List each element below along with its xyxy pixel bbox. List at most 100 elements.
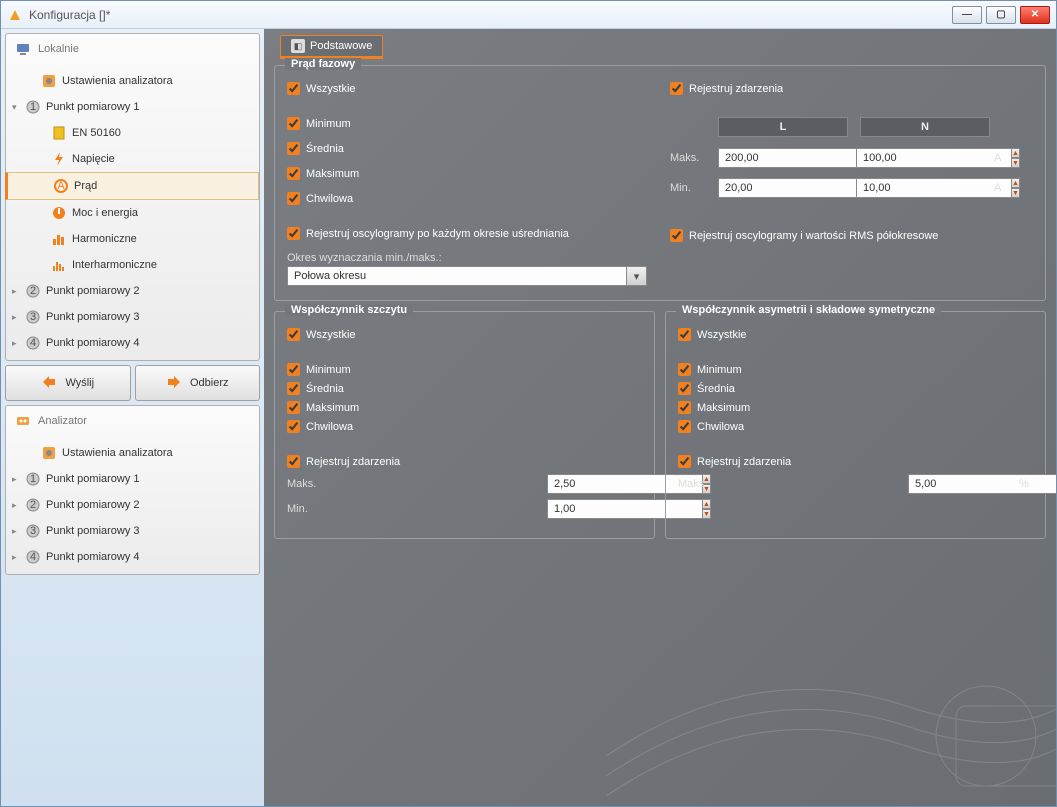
bars2-icon [50, 256, 68, 274]
chk-max[interactable]: Maksimum [287, 401, 642, 414]
tree-item-current[interactable]: APrąd [5, 172, 259, 200]
svg-text:1: 1 [30, 101, 36, 113]
settings-icon [40, 444, 58, 462]
chk-inst[interactable]: Chwilowa [678, 420, 1033, 433]
maximize-button[interactable]: ▢ [986, 6, 1016, 24]
tree-item-point4[interactable]: ▸4Punkt pomiarowy 4 [6, 330, 259, 356]
spin-down-icon[interactable]: ▼ [1012, 158, 1020, 168]
tree-item-en50160[interactable]: EN 50160 [6, 120, 259, 146]
power-icon [50, 204, 68, 222]
tree-item-power[interactable]: Moc i energia [6, 200, 259, 226]
spin-up-icon[interactable]: ▲ [1012, 178, 1020, 188]
chk-inst[interactable]: Chwilowa [287, 192, 650, 205]
chk-reg-osc[interactable]: Rejestruj oscylogramy po każdym okresie … [287, 227, 650, 240]
tree-item-voltage[interactable]: Napięcie [6, 146, 259, 172]
tree-item-point1[interactable]: ▾1Punkt pomiarowy 1 [6, 94, 259, 120]
chk-avg[interactable]: Średnia [287, 142, 650, 155]
tree-item-harmonics[interactable]: Harmoniczne [6, 226, 259, 252]
spin-up-icon[interactable]: ▲ [1012, 148, 1020, 158]
svg-text:A: A [57, 180, 65, 192]
close-button[interactable]: ✕ [1020, 6, 1050, 24]
crest-min-spinner[interactable]: ▲▼ [547, 499, 642, 519]
minimize-button[interactable]: — [952, 6, 982, 24]
analyzer-header: Analizator [6, 406, 259, 436]
receive-button[interactable]: Odbierz [135, 365, 261, 401]
n-min-spinner[interactable]: ▲▼ [856, 178, 986, 198]
chk-avg[interactable]: Średnia [678, 382, 1033, 395]
tree-item-an-settings[interactable]: Ustawienia analizatora [6, 440, 259, 466]
group-crest-factor: Współczynnik szczytu Wszystkie Minimum Ś… [274, 311, 655, 539]
send-icon [41, 374, 59, 392]
maks-label: Maks. [678, 478, 718, 490]
content-area: ◧Podstawowe Prąd fazowy Wszystkie Minimu… [264, 29, 1056, 806]
svg-text:4: 4 [30, 337, 36, 349]
tree-item-settings[interactable]: Ustawienia analizatora [6, 68, 259, 94]
min-label: Min. [287, 503, 327, 515]
chk-reg-events[interactable]: Rejestruj zdarzenia [678, 455, 1033, 468]
chevron-down-icon[interactable]: ▾ [627, 266, 647, 286]
chk-all[interactable]: Wszystkie [287, 82, 650, 95]
point-icon: 4 [24, 548, 42, 566]
tree-item-an-point3[interactable]: ▸3Punkt pomiarowy 3 [6, 518, 259, 544]
chk-max[interactable]: Maksimum [287, 167, 650, 180]
current-icon: A [52, 177, 70, 195]
chk-reg-events[interactable]: Rejestruj zdarzenia [670, 82, 1033, 95]
receive-icon [166, 374, 184, 392]
analyzer-tree: Ustawienia analizatora ▸1Punkt pomiarowy… [6, 436, 259, 574]
local-tree: Ustawienia analizatora ▾1Punkt pomiarowy… [6, 64, 259, 360]
chk-inst[interactable]: Chwilowa [287, 420, 642, 433]
maks-label: Maks. [287, 478, 327, 490]
window-title: Konfiguracja []* [29, 8, 952, 22]
chk-reg-osc-half[interactable]: Rejestruj oscylogramy i wartości RMS pół… [670, 229, 1033, 242]
tree-item-an-point4[interactable]: ▸4Punkt pomiarowy 4 [6, 544, 259, 570]
group-title: Współczynnik asymetrii i składowe symetr… [676, 304, 941, 316]
tab-basic[interactable]: ◧Podstawowe [280, 35, 383, 59]
col-n-header: N [860, 117, 990, 137]
svg-text:4: 4 [30, 551, 36, 563]
svg-text:2: 2 [30, 499, 36, 511]
analyzer-icon [14, 412, 32, 430]
asym-max-spinner[interactable]: ▲▼ [908, 474, 1013, 494]
chk-max[interactable]: Maksimum [678, 401, 1033, 414]
min-label: Min. [670, 182, 710, 194]
col-l-header: L [718, 117, 848, 137]
point-icon: 3 [24, 522, 42, 540]
svg-text:3: 3 [30, 525, 36, 537]
tree-item-point3[interactable]: ▸3Punkt pomiarowy 3 [6, 304, 259, 330]
group-title: Współczynnik szczytu [285, 304, 413, 316]
tree-item-an-point1[interactable]: ▸1Punkt pomiarowy 1 [6, 466, 259, 492]
l-max-spinner[interactable]: ▲▼ [718, 148, 848, 168]
local-header: Lokalnie [6, 34, 259, 64]
analyzer-panel: Analizator Ustawienia analizatora ▸1Punk… [5, 405, 260, 575]
unit-label: A [994, 152, 1008, 164]
analyzer-header-label: Analizator [38, 415, 87, 427]
send-button[interactable]: Wyślij [5, 365, 131, 401]
group-asymmetry: Współczynnik asymetrii i składowe symetr… [665, 311, 1046, 539]
l-min-spinner[interactable]: ▲▼ [718, 178, 848, 198]
tree-item-interharmonics[interactable]: Interharmoniczne [6, 252, 259, 278]
local-panel: Lokalnie Ustawienia analizatora ▾1Punkt … [5, 33, 260, 361]
chk-all[interactable]: Wszystkie [678, 328, 1033, 341]
crest-max-spinner[interactable]: ▲▼ [547, 474, 642, 494]
svg-text:2: 2 [30, 285, 36, 297]
chk-min[interactable]: Minimum [678, 363, 1033, 376]
bolt-icon [50, 150, 68, 168]
tree-item-point2[interactable]: ▸2Punkt pomiarowy 2 [6, 278, 259, 304]
n-max-spinner[interactable]: ▲▼ [856, 148, 986, 168]
point-icon: 2 [24, 496, 42, 514]
titlebar: Konfiguracja []* — ▢ ✕ [1, 1, 1056, 29]
chk-min[interactable]: Minimum [287, 363, 642, 376]
tree-item-an-point2[interactable]: ▸2Punkt pomiarowy 2 [6, 492, 259, 518]
spin-down-icon[interactable]: ▼ [1012, 188, 1020, 198]
point-icon: 4 [24, 334, 42, 352]
chk-all[interactable]: Wszystkie [287, 328, 642, 341]
chk-reg-events[interactable]: Rejestruj zdarzenia [287, 455, 642, 468]
computer-icon [14, 40, 32, 58]
chk-min[interactable]: Minimum [287, 117, 650, 130]
sidebar: Lokalnie Ustawienia analizatora ▾1Punkt … [1, 29, 264, 806]
unit-label: A [994, 182, 1008, 194]
period-input[interactable] [287, 266, 627, 286]
period-combo[interactable]: ▾ [287, 266, 647, 286]
point-icon: 1 [24, 98, 42, 116]
chk-avg[interactable]: Średnia [287, 382, 642, 395]
